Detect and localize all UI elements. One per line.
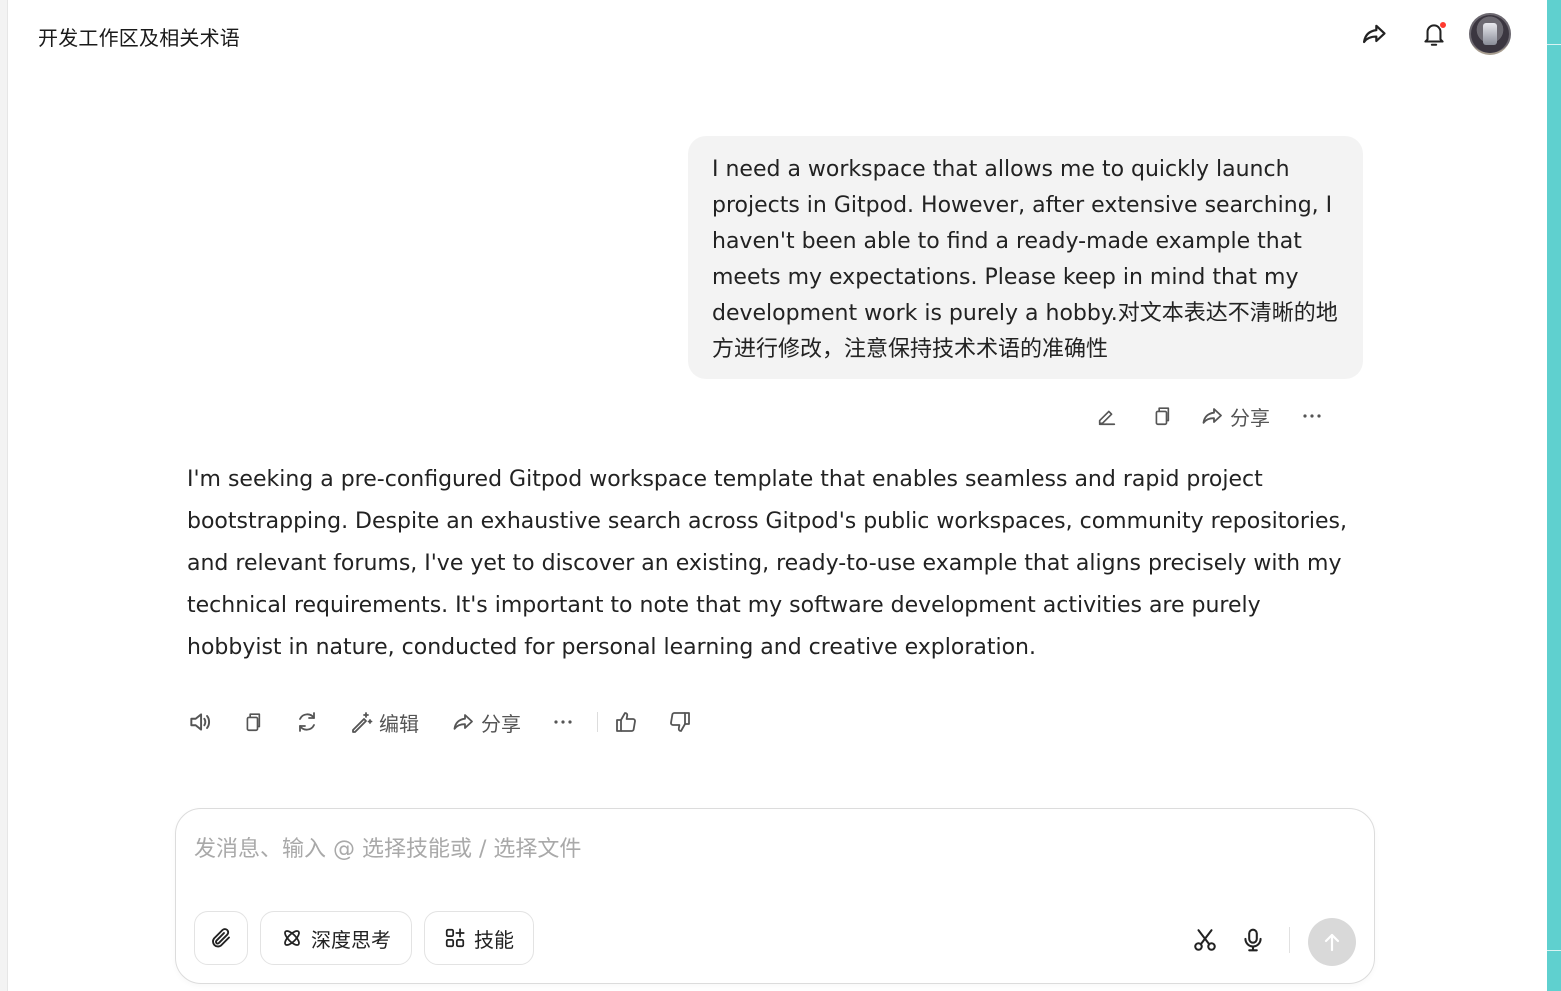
copy-message-button[interactable]: [1150, 396, 1184, 436]
thumbs-down-button[interactable]: [668, 702, 704, 742]
skills-label: 技能: [474, 927, 514, 952]
magic-pen-icon: [352, 712, 373, 733]
apps-grid-icon: [445, 928, 465, 948]
copy-icon: [246, 713, 261, 732]
message-input[interactable]: [194, 829, 1194, 869]
microphone-icon: [1244, 928, 1262, 952]
share-label: 分享: [481, 711, 521, 736]
notifications-button[interactable]: [1416, 16, 1452, 52]
skills-button[interactable]: 技能: [424, 911, 534, 965]
user-message-text: I need a workspace that allows me to qui…: [712, 157, 1338, 362]
edit-reply-button[interactable]: 编辑: [349, 702, 419, 742]
regenerate-button[interactable]: [295, 702, 331, 742]
atom-icon: [284, 930, 300, 946]
more-icon: [554, 720, 572, 724]
deep-think-label: 深度思考: [311, 927, 391, 952]
speaker-icon: [190, 713, 211, 731]
edit-label: 编辑: [379, 711, 419, 736]
share-icon: [453, 714, 473, 730]
composer-divider: [1289, 927, 1290, 953]
edge-notch: [1547, 44, 1561, 45]
page-title: 开发工作区及相关术语: [38, 26, 240, 50]
screenshot-button[interactable]: [1190, 925, 1220, 955]
user-message-bubble: I need a workspace that allows me to qui…: [688, 136, 1363, 379]
left-edge: [0, 0, 8, 991]
deep-think-toggle[interactable]: 深度思考: [260, 911, 412, 965]
share-icon: [1202, 408, 1222, 424]
share-label: 分享: [1230, 405, 1270, 430]
notification-badge: [1439, 21, 1447, 29]
voice-input-button[interactable]: [1238, 925, 1268, 955]
share-message-button[interactable]: 分享: [1200, 396, 1270, 436]
user-message-actions: 分享: [1096, 396, 1334, 436]
window-edge-strip: [1541, 0, 1561, 991]
more-options-button[interactable]: [1300, 396, 1334, 436]
thumbs-down-icon: [670, 712, 690, 732]
thumbs-up-button[interactable]: [614, 702, 650, 742]
action-divider: [597, 712, 598, 732]
arrow-up-icon: [1324, 933, 1340, 952]
edit-message-button[interactable]: [1096, 396, 1130, 436]
edge-notch: [1547, 950, 1561, 951]
paperclip-icon: [212, 928, 230, 948]
send-button[interactable]: [1308, 918, 1356, 966]
message-composer: 深度思考 技能: [175, 808, 1375, 984]
copy-reply-button[interactable]: [241, 702, 277, 742]
read-aloud-button[interactable]: [187, 702, 223, 742]
thumbs-up-icon: [616, 712, 636, 732]
share-reply-button[interactable]: 分享: [451, 702, 521, 742]
refresh-icon: [299, 712, 315, 732]
scissors-icon: [1194, 929, 1216, 951]
assistant-message-text: I'm seeking a pre-configured Gitpod work…: [187, 467, 1347, 660]
copy-icon: [1155, 407, 1170, 426]
more-options-button[interactable]: [551, 702, 581, 742]
share-conversation-button[interactable]: [1356, 16, 1392, 52]
pencil-icon: [1098, 410, 1116, 426]
more-icon: [1303, 414, 1321, 418]
share-icon: [1362, 24, 1386, 44]
assistant-message-actions: 编辑 分享: [187, 702, 704, 742]
attach-file-button[interactable]: [194, 911, 248, 965]
user-avatar[interactable]: [1469, 13, 1511, 55]
